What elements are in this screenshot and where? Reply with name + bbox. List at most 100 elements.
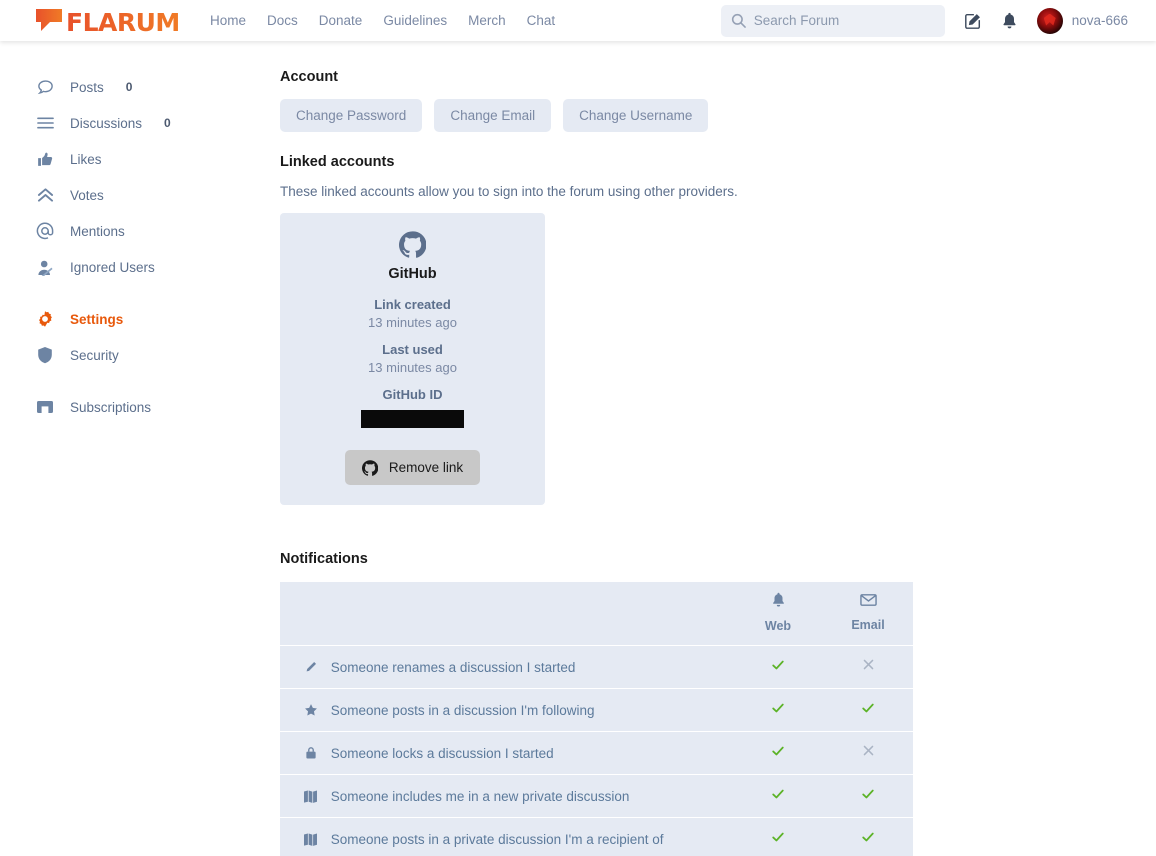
sidebar-item-security[interactable]: Security <box>36 337 280 373</box>
check-icon[interactable] <box>771 701 785 715</box>
toggle-email-cell[interactable] <box>823 732 913 774</box>
at-icon <box>36 222 54 240</box>
toggle-email-cell[interactable] <box>823 818 913 856</box>
remove-link-label: Remove link <box>389 460 463 475</box>
nav-item-home[interactable]: Home <box>210 13 246 28</box>
sidebar-item-label: Posts <box>70 80 104 95</box>
bell-icon[interactable] <box>1001 12 1018 30</box>
notification-label-cell: Someone locks a discussion I started <box>280 732 733 774</box>
table-row: Someone renames a discussion I started <box>280 646 913 688</box>
check-icon[interactable] <box>861 787 875 801</box>
flarum-logo-icon: FLARUM <box>36 7 182 35</box>
sidebar-item-discussions[interactable]: Discussions 0 <box>36 105 280 141</box>
nav-item-merch[interactable]: Merch <box>468 13 506 28</box>
check-icon[interactable] <box>861 830 875 844</box>
sidebar-divider-2 <box>36 373 280 389</box>
page-body: Posts 0 Discussions 0 Likes <box>0 41 1156 856</box>
nav-item-chat[interactable]: Chat <box>527 13 556 28</box>
field-value-last-used: 13 minutes ago <box>290 360 535 375</box>
close-icon[interactable] <box>862 744 875 757</box>
col-header-blank <box>280 582 733 645</box>
sidebar-item-subscriptions[interactable]: Subscriptions <box>36 389 280 425</box>
toggle-web-cell[interactable] <box>733 818 823 856</box>
search-icon <box>731 13 746 28</box>
linked-account-card-github: GitHub Link created 13 minutes ago Last … <box>280 213 545 505</box>
search-box[interactable] <box>721 5 945 37</box>
username-label: nova-666 <box>1072 13 1128 28</box>
nav-item-donate[interactable]: Donate <box>319 13 363 28</box>
sidebar-item-settings[interactable]: Settings <box>36 301 280 337</box>
toggle-web-cell[interactable] <box>733 689 823 731</box>
notification-label: Someone posts in a private discussion I'… <box>331 832 664 847</box>
sidebar-divider <box>36 285 280 301</box>
col-header-web: Web <box>733 582 823 645</box>
col-header-email-label: Email <box>851 618 884 632</box>
lock-icon <box>302 746 319 760</box>
provider-name: GitHub <box>290 266 535 282</box>
table-row: Someone includes me in a new private dis… <box>280 775 913 817</box>
notification-label: Someone posts in a discussion I'm follow… <box>331 703 595 718</box>
settings-main: Account Change Password Change Email Cha… <box>280 69 1156 856</box>
book-icon <box>302 833 319 846</box>
check-icon[interactable] <box>861 701 875 715</box>
sidebar-item-label: Discussions <box>70 116 142 131</box>
check-icon[interactable] <box>771 787 785 801</box>
toggle-email-cell[interactable] <box>823 689 913 731</box>
search-input[interactable] <box>754 13 935 28</box>
sidebar-item-likes[interactable]: Likes <box>36 141 280 177</box>
toggle-web-cell[interactable] <box>733 646 823 688</box>
sidebar-item-votes[interactable]: Votes <box>36 177 280 213</box>
compose-icon[interactable] <box>964 12 982 30</box>
user-slash-icon <box>36 259 54 276</box>
list-icon <box>36 116 54 130</box>
toggle-web-cell[interactable] <box>733 775 823 817</box>
check-icon[interactable] <box>771 658 785 672</box>
app-header: FLARUM Home Docs Donate Guidelines Merch… <box>0 0 1156 41</box>
change-username-button[interactable]: Change Username <box>563 99 708 132</box>
notification-label: Someone locks a discussion I started <box>331 746 554 761</box>
comment-icon <box>36 79 54 96</box>
gear-icon <box>36 310 54 328</box>
svg-text:FLARUM: FLARUM <box>66 8 180 35</box>
toggle-web-cell[interactable] <box>733 732 823 774</box>
field-label-last-used: Last used <box>290 342 535 357</box>
bell-icon <box>733 592 823 613</box>
sidebar-item-posts[interactable]: Posts 0 <box>36 69 280 105</box>
redacted-value <box>361 410 464 428</box>
sidebar-item-label: Subscriptions <box>70 400 151 415</box>
nav-item-guidelines[interactable]: Guidelines <box>383 13 447 28</box>
notification-label: Someone renames a discussion I started <box>331 660 576 675</box>
notification-label: Someone includes me in a new private dis… <box>331 789 630 804</box>
nav-item-docs[interactable]: Docs <box>267 13 298 28</box>
check-icon[interactable] <box>771 744 785 758</box>
pencil-icon <box>302 661 319 674</box>
sidebar-item-ignored-users[interactable]: Ignored Users <box>36 249 280 285</box>
toggle-email-cell[interactable] <box>823 646 913 688</box>
shield-icon <box>36 346 54 364</box>
sidebar-item-label: Likes <box>70 152 102 167</box>
change-email-button[interactable]: Change Email <box>434 99 551 132</box>
sidebar-item-label: Settings <box>70 312 123 327</box>
github-icon <box>290 231 535 263</box>
linked-accounts-description: These linked accounts allow you to sign … <box>280 184 1116 199</box>
primary-nav: Home Docs Donate Guidelines Merch Chat <box>210 13 555 28</box>
close-icon[interactable] <box>862 658 875 671</box>
table-row: Someone locks a discussion I started <box>280 732 913 774</box>
flarum-logo[interactable]: FLARUM <box>36 7 182 35</box>
check-icon[interactable] <box>771 830 785 844</box>
sidebar-item-mentions[interactable]: Mentions <box>36 213 280 249</box>
change-password-button[interactable]: Change Password <box>280 99 422 132</box>
toggle-email-cell[interactable] <box>823 775 913 817</box>
notifications-section: Notifications Web <box>280 551 1116 856</box>
col-header-web-label: Web <box>765 619 791 633</box>
col-header-email: Email <box>823 582 913 645</box>
table-row: Someone posts in a discussion I'm follow… <box>280 689 913 731</box>
notification-label-cell: Someone posts in a discussion I'm follow… <box>280 689 733 731</box>
table-header-row: Web Email <box>280 582 913 645</box>
notifications-table-body: Someone renames a discussion I started <box>280 646 913 856</box>
remove-link-button[interactable]: Remove link <box>345 450 480 485</box>
notifications-table-head: Web Email <box>280 582 913 645</box>
notifications-heading: Notifications <box>280 551 1116 567</box>
sidebar-item-count: 0 <box>126 80 133 94</box>
user-menu[interactable]: nova-666 <box>1037 8 1128 34</box>
